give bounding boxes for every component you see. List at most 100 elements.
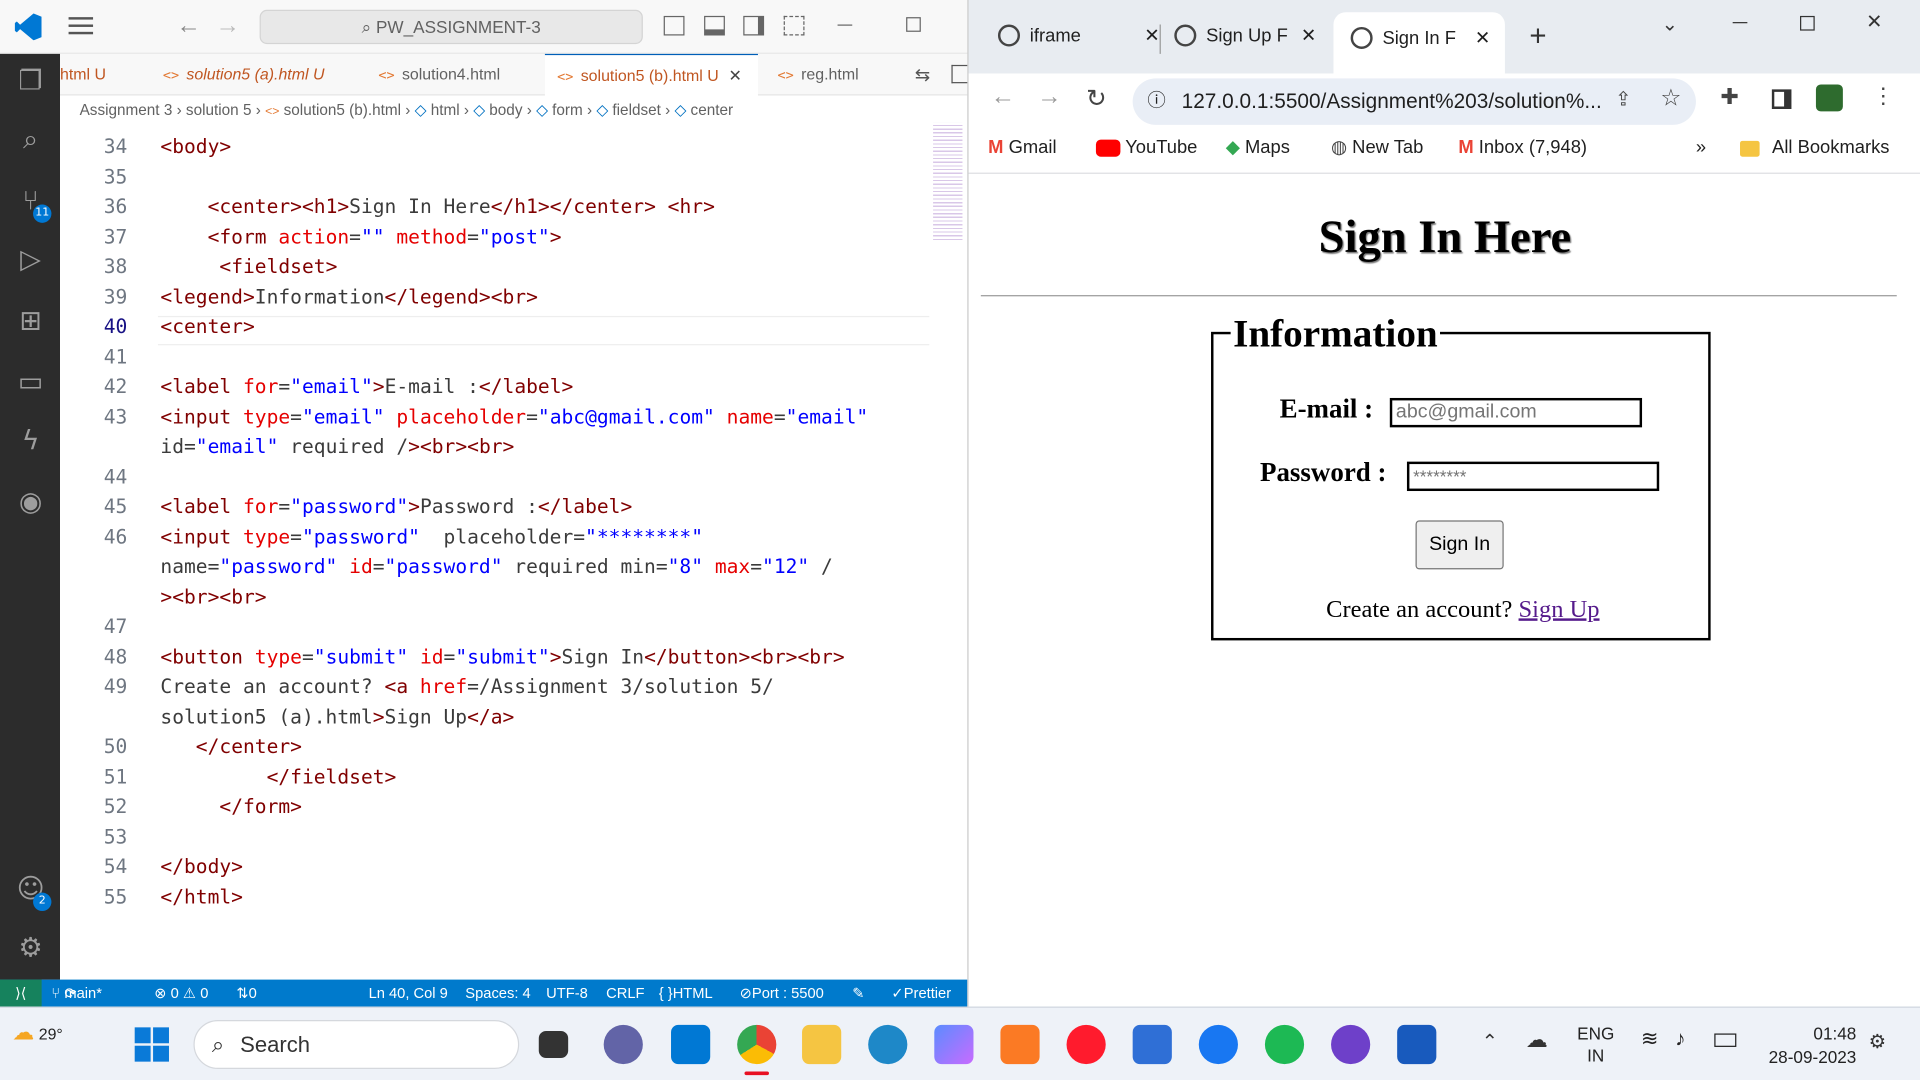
breadcrumb-item[interactable]: center (691, 102, 734, 119)
language-mode[interactable]: { } HTML (659, 980, 713, 1007)
end-of-line[interactable]: CRLF (606, 980, 644, 1007)
breadcrumb-item[interactable]: Assignment 3 (80, 102, 173, 119)
bookmark-gmail[interactable]: M Gmail (988, 130, 1056, 167)
code-editor[interactable]: 34 <body> 35 36 <center><h1>Sign In Here</h… (60, 124, 930, 980)
notifications-icon[interactable]: ✎ (852, 980, 864, 1007)
remote-explorer-icon[interactable]: ▭ (15, 367, 47, 399)
back-arrow-icon[interactable]: ← (176, 12, 200, 40)
source-control-icon[interactable]: ⑂ 11 (15, 186, 52, 223)
tab-html[interactable]: html U (60, 54, 141, 96)
tab-reg[interactable]: <> reg.html (765, 54, 900, 96)
vscode-taskbar-icon[interactable] (671, 1024, 711, 1065)
tab-sign-in[interactable]: Sign In F ✕ (1333, 12, 1505, 74)
minimap[interactable] (933, 122, 963, 243)
explorer-icon[interactable]: ❐ (15, 66, 47, 98)
tab-solution5a[interactable]: <> solution5 (a).html U (151, 54, 359, 96)
more-bookmarks-icon[interactable]: » (1696, 130, 1706, 167)
more-menu-icon[interactable]: ⋮ (1872, 83, 1894, 109)
xampp-icon[interactable] (1000, 1024, 1040, 1065)
breadcrumb-item[interactable]: html (431, 102, 460, 119)
reload-icon[interactable]: ↻ (1086, 83, 1107, 114)
site-info-icon[interactable]: ⓘ (1147, 78, 1165, 125)
profile-avatar[interactable] (1815, 84, 1843, 112)
extensions-icon[interactable]: ⊞ (15, 306, 47, 338)
onedrive-icon[interactable]: ☁ (1526, 1027, 1548, 1053)
lightning-icon[interactable]: ϟ (15, 426, 47, 458)
password-field[interactable] (1406, 461, 1660, 492)
facebook-icon[interactable] (1198, 1024, 1238, 1065)
settings-gear-icon[interactable]: ⚙ (15, 933, 47, 965)
share-icon[interactable]: ⇪ (1615, 87, 1631, 111)
live-server-port[interactable]: ⊘ Port : 5500 (740, 980, 824, 1007)
copilot-icon[interactable] (934, 1024, 974, 1065)
maximize-icon[interactable] (906, 17, 921, 32)
toggle-secondary-sidebar-icon[interactable] (743, 15, 765, 36)
breadcrumb-item[interactable]: fieldset (612, 102, 661, 119)
email-field[interactable] (1389, 397, 1643, 428)
customize-layout-icon[interactable] (783, 15, 805, 36)
volume-icon[interactable]: ♪ (1675, 1027, 1685, 1051)
tab-search-icon[interactable]: ⌄ (1662, 12, 1678, 36)
microsoft-store-icon[interactable] (1132, 1024, 1172, 1065)
side-panel-icon[interactable] (1771, 89, 1792, 109)
accounts-icon[interactable]: ☺ 2 (15, 874, 52, 912)
remote-indicator[interactable]: ⟩⟨ (0, 979, 42, 1007)
bookmark-inbox[interactable]: M Inbox (7,948) (1458, 130, 1587, 167)
search-icon[interactable]: ⌕ (15, 125, 47, 157)
clock[interactable]: 01:48 28-09-2023 (1758, 1022, 1857, 1069)
language-indicator[interactable]: ENG IN (1577, 1022, 1614, 1066)
close-tab-icon[interactable]: ✕ (1475, 12, 1490, 66)
prettier-indicator[interactable]: ✓ Prettier (891, 980, 951, 1007)
close-tab-icon[interactable]: ✕ (1301, 15, 1316, 59)
tab-sign-up[interactable]: Sign Up F ✕ (1174, 15, 1316, 59)
forward-arrow-icon[interactable]: → (216, 12, 240, 40)
github-desktop-icon[interactable] (1331, 1024, 1371, 1065)
tab-iframe[interactable]: iframe ✕ (997, 15, 1160, 59)
tab-solution5b[interactable]: <> solution5 (b).html U ✕ (544, 53, 758, 96)
wifi-icon[interactable]: ≋ (1641, 1027, 1658, 1051)
close-window-icon[interactable]: ✕ (1866, 10, 1882, 34)
branch-indicator[interactable]: ⑂ main* ⟳ (51, 980, 101, 1007)
opera-icon[interactable] (1066, 1024, 1106, 1065)
breadcrumb-item[interactable]: form (552, 102, 583, 119)
teams-icon[interactable] (603, 1024, 643, 1065)
bookmark-all[interactable]: All Bookmarks (1740, 130, 1889, 167)
problems-indicator[interactable]: ⊗ 0 ⚠ 0 (154, 980, 208, 1007)
maximize-icon[interactable] (1800, 15, 1815, 31)
bookmark-youtube[interactable]: YouTube (1095, 130, 1197, 167)
breadcrumb-item[interactable]: solution 5 (186, 102, 252, 119)
bookmark-star-icon[interactable]: ☆ (1660, 84, 1681, 112)
cursor-position[interactable]: Ln 40, Col 9 (369, 980, 448, 1007)
sign-up-link[interactable]: Sign Up (1519, 596, 1600, 623)
start-button[interactable] (134, 1027, 169, 1062)
split-editor-icon[interactable] (951, 64, 969, 84)
compare-changes-icon[interactable]: ⇆ (915, 64, 930, 86)
back-icon[interactable]: ← (991, 83, 1015, 111)
toggle-panel-icon[interactable] (704, 15, 725, 36)
file-explorer-icon[interactable] (802, 1024, 842, 1065)
weather-widget[interactable]: ☁ 29° (12, 1020, 63, 1046)
bookmark-new-tab[interactable]: ◍ New Tab (1331, 130, 1423, 167)
ports-indicator[interactable]: ⇅ 0 (236, 980, 257, 1007)
breadcrumb-item[interactable]: solution5 (b).html (284, 102, 401, 119)
show-hidden-icons-icon[interactable]: ⌃ (1482, 1030, 1498, 1054)
tab-solution4[interactable]: <> solution4.html (366, 54, 537, 96)
extensions-icon[interactable]: ✚ (1720, 84, 1738, 110)
minimize-icon[interactable] (1732, 22, 1748, 24)
chrome-taskbar-icon[interactable] (737, 1024, 777, 1065)
word-icon[interactable] (1397, 1024, 1437, 1065)
notification-icon[interactable]: ⚙ (1869, 1030, 1887, 1054)
edge-icon[interactable] (868, 1024, 908, 1065)
task-view-icon[interactable] (538, 1031, 569, 1058)
address-bar[interactable]: ⓘ 127.0.0.1:5500/Assignment%203/solution… (1132, 78, 1696, 125)
toggle-sidebar-icon[interactable] (663, 15, 685, 36)
taskbar-search[interactable]: ⌕ Search (193, 1020, 520, 1069)
forward-icon[interactable]: → (1037, 83, 1061, 111)
run-debug-icon[interactable]: ▷ (15, 245, 47, 277)
command-center[interactable]: ⌕ PW_ASSIGNMENT-3 (259, 9, 643, 45)
new-tab-icon[interactable]: + (1529, 20, 1546, 54)
minimize-icon[interactable] (837, 24, 853, 26)
battery-icon[interactable] (1714, 1033, 1737, 1047)
bookmark-maps[interactable]: ◆ Maps (1226, 130, 1290, 167)
github-icon[interactable]: ◉ (15, 487, 47, 519)
